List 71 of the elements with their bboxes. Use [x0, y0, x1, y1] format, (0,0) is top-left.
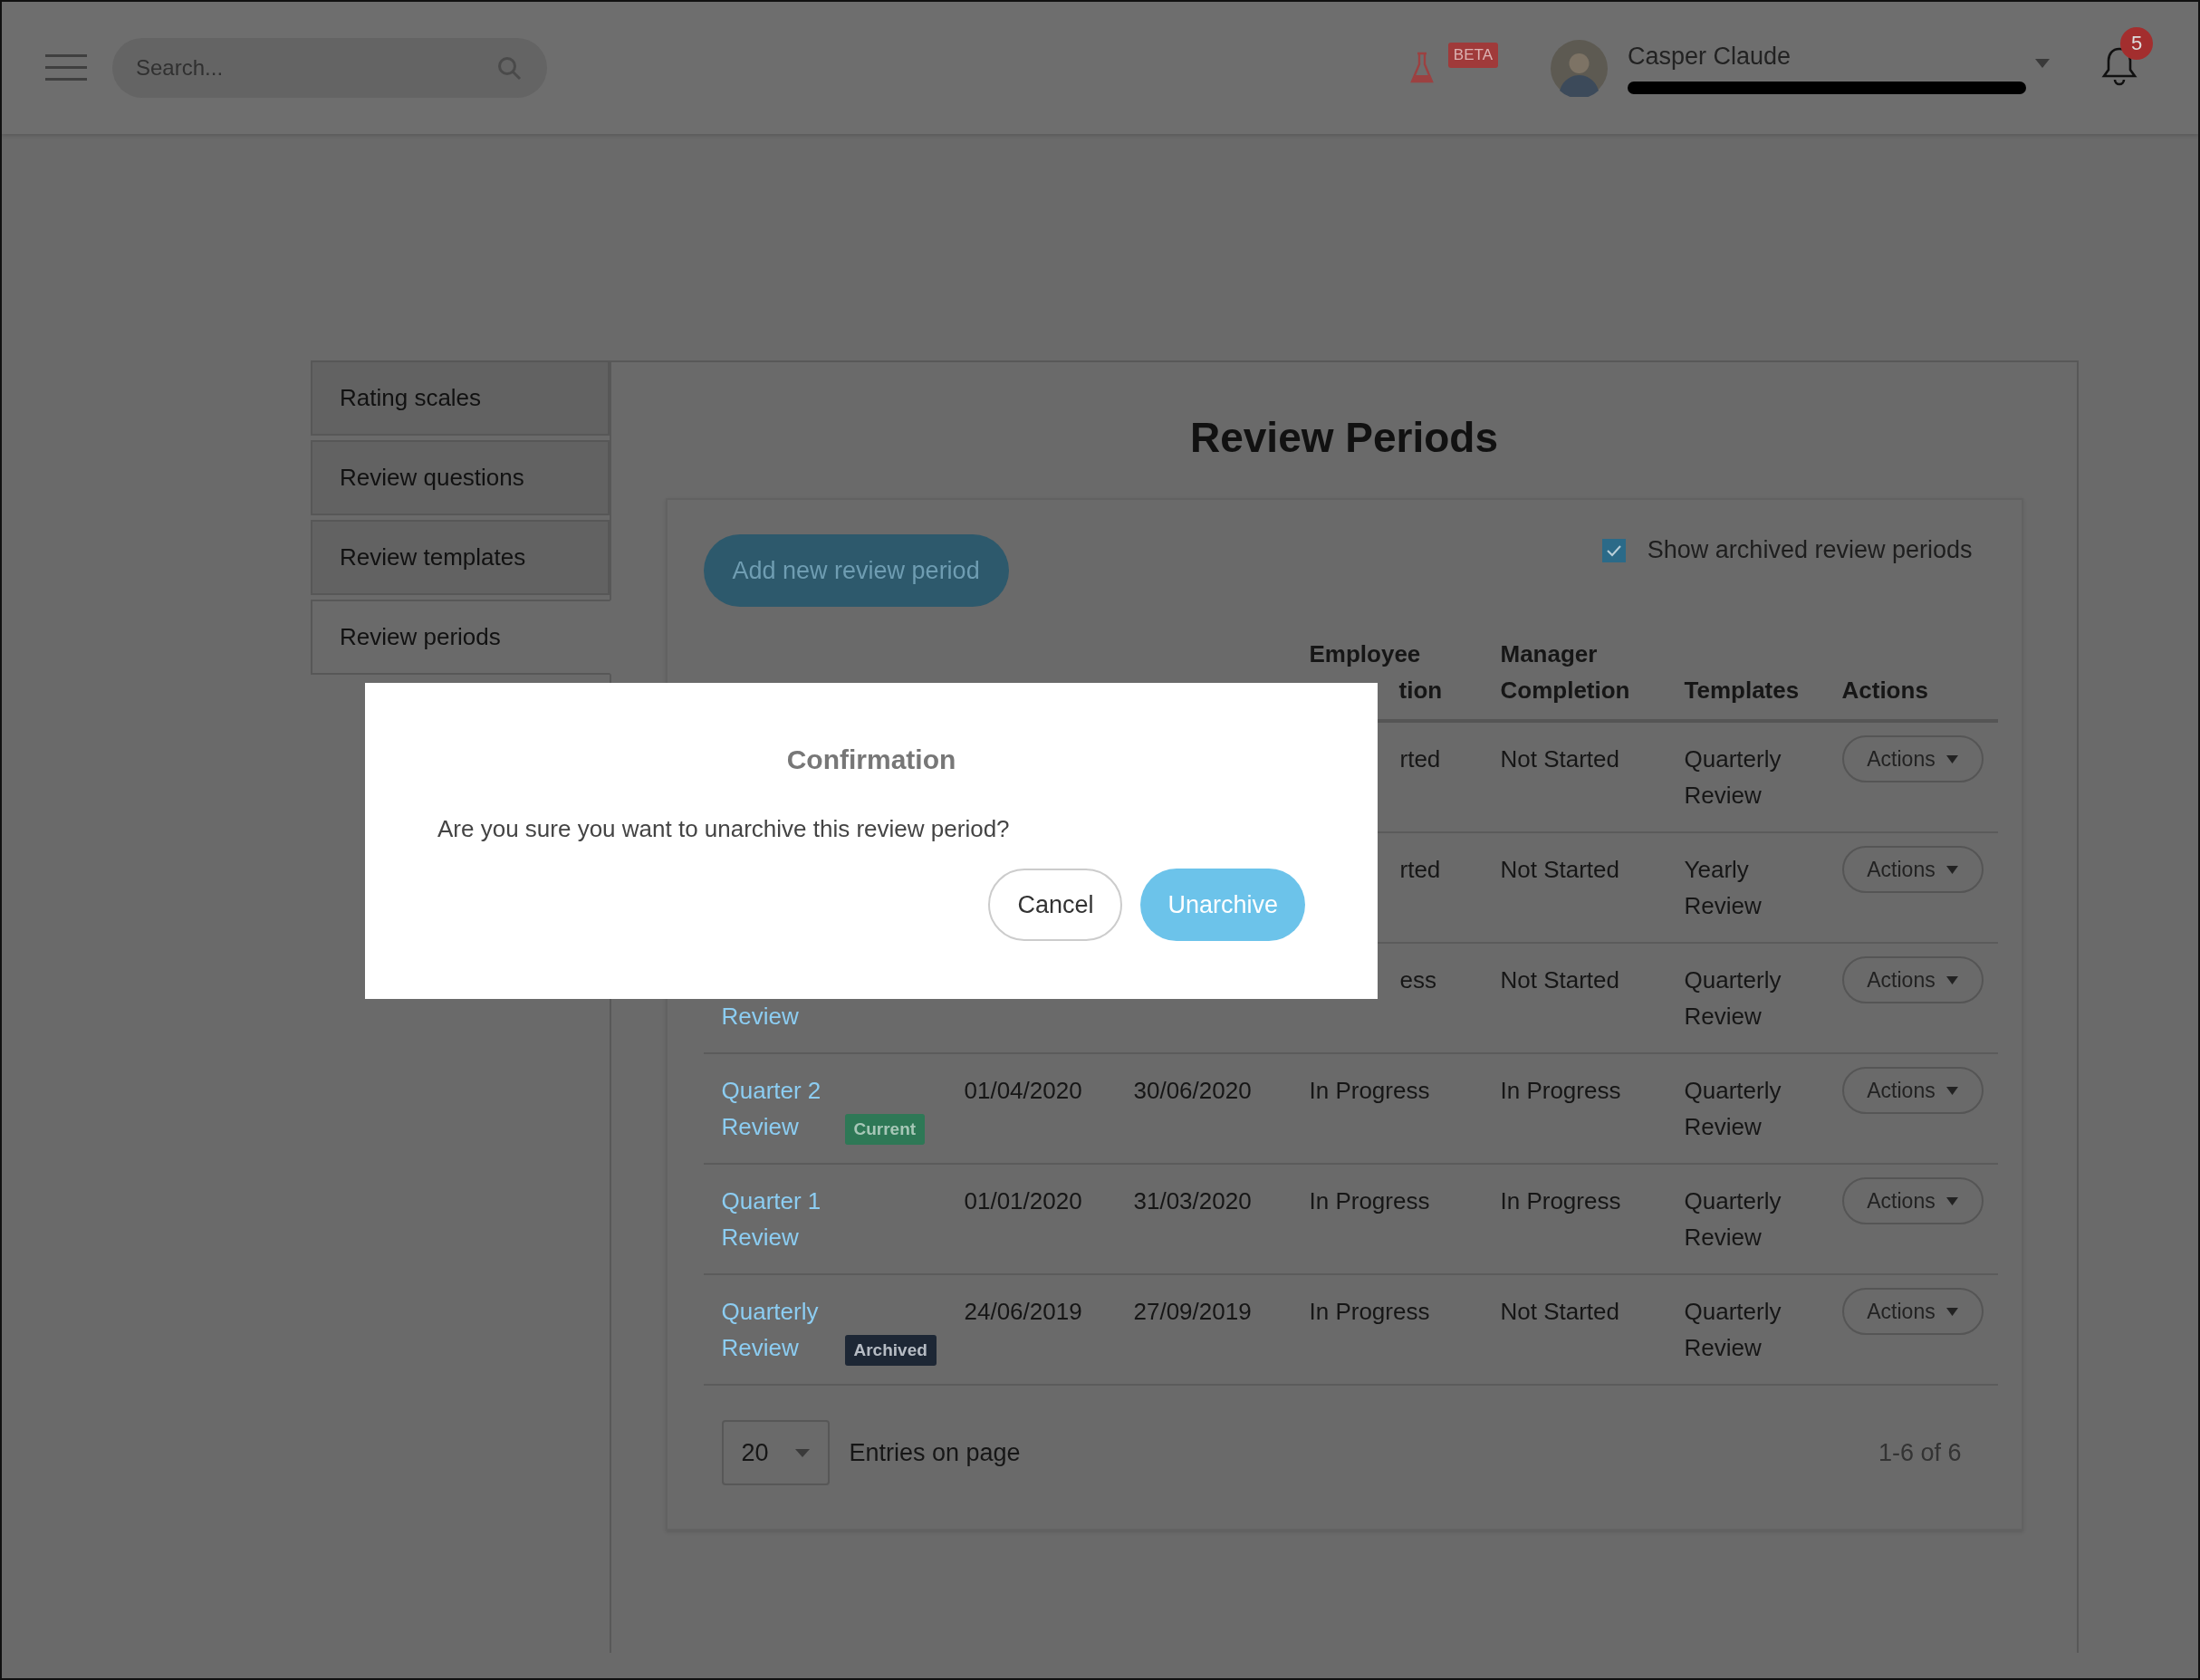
- actions-dropdown[interactable]: Actions: [1841, 1288, 1984, 1335]
- actions-dropdown[interactable]: Actions: [1841, 1177, 1984, 1224]
- caret-icon: [1945, 1307, 1958, 1316]
- caret-icon[interactable]: [2035, 59, 2050, 68]
- flask-icon[interactable]: [1409, 52, 1434, 84]
- search-icon[interactable]: [496, 55, 522, 81]
- actions-dropdown[interactable]: Actions: [1841, 735, 1984, 782]
- beta-badge: BETA: [1447, 43, 1498, 68]
- table-cell: In Progress: [1309, 1187, 1430, 1214]
- table-cell-text: Quarterly Review: [1684, 1186, 1782, 1253]
- table-cell-text: Quarterly Review: [1684, 744, 1782, 811]
- review-period-link[interactable]: Review: [721, 998, 799, 1034]
- table-cell: 01/04/2020: [964, 1077, 1082, 1104]
- status-badge: Current: [844, 1114, 926, 1145]
- actions-dropdown[interactable]: Actions: [1841, 846, 1984, 893]
- table-cell: 31/03/2020: [1133, 1187, 1252, 1214]
- table-cell: 30/06/2020: [1133, 1077, 1252, 1104]
- checkbox-label[interactable]: Show archived review periods: [1647, 536, 1973, 564]
- entries-label: Entries on page: [849, 1438, 1021, 1467]
- checkmark-icon: [1605, 543, 1622, 557]
- dialog-button[interactable]: Cancel: [988, 869, 1123, 941]
- table-cell-text: Quarterly Review: [1684, 965, 1782, 1032]
- review-period-link[interactable]: Quarterly Review: [721, 1293, 840, 1366]
- dialog-button[interactable]: Unarchive: [1140, 869, 1305, 941]
- caret-icon: [1945, 1196, 1958, 1205]
- sidebar-tab[interactable]: Review periods: [311, 600, 611, 675]
- table-cell: Not Started: [1500, 856, 1619, 883]
- table-cell: 24/06/2019: [964, 1298, 1082, 1325]
- caret-icon: [1945, 975, 1958, 984]
- actions-dropdown[interactable]: Actions: [1841, 1067, 1984, 1114]
- table-cell: 01/01/2020: [964, 1187, 1082, 1214]
- dialog-message: Are you sure you want to unarchive this review period?: [437, 815, 1011, 843]
- caret-icon: [1945, 865, 1958, 874]
- sidebar-tab[interactable]: Review questions: [311, 440, 610, 515]
- dialog-title: Confirmation: [785, 744, 957, 775]
- page-size-select[interactable]: 20: [721, 1420, 830, 1485]
- notification-badge: 5: [2120, 27, 2153, 60]
- sidebar-tab[interactable]: Rating scales: [311, 360, 610, 436]
- column-header: Actions: [1841, 676, 1929, 706]
- checkbox[interactable]: [1601, 538, 1626, 562]
- table-cell: 27/09/2019: [1133, 1298, 1252, 1325]
- caret-icon: [1945, 1086, 1958, 1095]
- avatar[interactable]: [1551, 39, 1608, 97]
- menu-icon[interactable]: [45, 54, 87, 82]
- column-header: Manager Completion: [1500, 639, 1631, 706]
- review-period-link[interactable]: Quarter 1 Review: [721, 1183, 840, 1255]
- caret-icon: [1945, 754, 1958, 763]
- table-cell: rted: [1399, 856, 1441, 883]
- table-cell: In Progress: [1309, 1298, 1430, 1325]
- table-cell-text: Quarterly Review: [1684, 1076, 1782, 1142]
- table-cell: In Progress: [1500, 1187, 1621, 1214]
- review-period-link[interactable]: Quarter 2 Review: [721, 1072, 840, 1145]
- user-name[interactable]: Casper Claude: [1628, 42, 2026, 71]
- page-title: Review Periods: [1189, 413, 1498, 462]
- column-header: Employee: [1309, 639, 1422, 669]
- actions-dropdown[interactable]: Actions: [1841, 956, 1984, 1003]
- table-cell: Not Started: [1500, 745, 1619, 773]
- table-cell: In Progress: [1500, 1077, 1621, 1104]
- table-cell: Not Started: [1500, 966, 1619, 994]
- table-cell-text: Quarterly Review: [1684, 1297, 1782, 1363]
- table-cell: In Progress: [1309, 1077, 1430, 1104]
- table-cell: rted: [1399, 745, 1441, 773]
- sidebar-tab[interactable]: Review templates: [311, 520, 610, 595]
- column-header: Templates: [1684, 676, 1801, 706]
- table-cell: Not Started: [1500, 1298, 1619, 1325]
- table-cell: ess: [1399, 966, 1436, 994]
- status-badge: Archived: [844, 1335, 937, 1366]
- column-header: tion: [1398, 676, 1444, 706]
- caret-icon: [794, 1448, 810, 1457]
- add-review-period-button[interactable]: Add new review period: [703, 534, 1009, 607]
- table-cell-text: Yearly Review: [1684, 855, 1763, 921]
